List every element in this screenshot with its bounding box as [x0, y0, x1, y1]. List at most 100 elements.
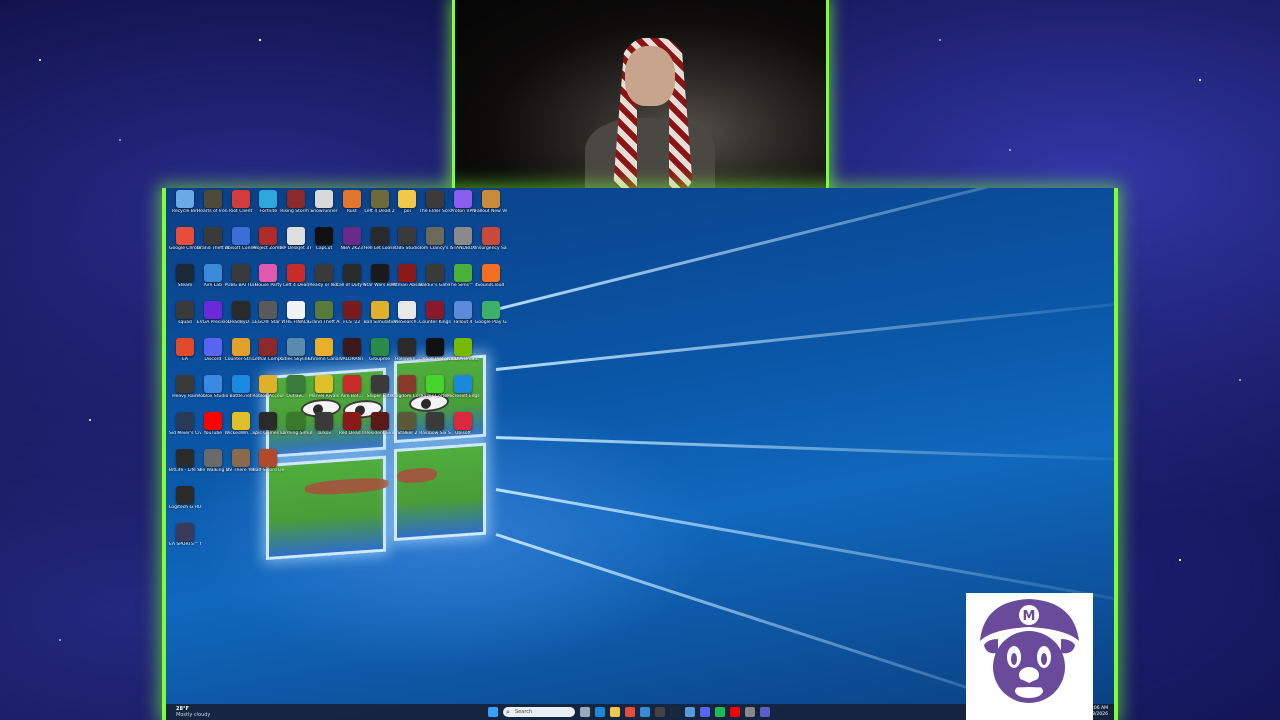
desktop-icon[interactable]: Logitech G HUB: [169, 486, 201, 520]
desktop-icon[interactable]: Ready or Not: [309, 264, 339, 298]
desktop-icon[interactable]: Project Zomboid: [252, 227, 284, 261]
desktop-icon[interactable]: Fortnite: [255, 190, 281, 224]
desktop-icon[interactable]: Epic Games Launcher: [252, 412, 284, 446]
desktop-icon[interactable]: Tom Clancy's Rainbow Si...: [419, 227, 451, 261]
desktop-icon[interactable]: Fallout New Vegas: [475, 190, 507, 224]
desktop-icon[interactable]: Resident Evil: [365, 412, 394, 446]
youtube-icon[interactable]: [730, 707, 740, 717]
desktop-icon[interactable]: WeSearch...: [394, 301, 421, 335]
desktop-icon[interactable]: pol: [394, 190, 420, 224]
desktop-icon[interactable]: Ubisoft: [450, 412, 476, 446]
desktop-icon[interactable]: RV There Yet: [226, 449, 255, 483]
desktop-icon[interactable]: CapCut: [311, 227, 337, 261]
desktop-icon[interactable]: WickedWh... VR4k - 14...: [225, 412, 257, 446]
desktop-icon[interactable]: THE FINALS: [283, 301, 309, 335]
desktop-icon[interactable]: Debell Protocol: [419, 338, 451, 372]
desktop-icon[interactable]: Cities Skylines: [280, 338, 312, 372]
steam-icon[interactable]: [670, 707, 680, 717]
desktop-icon[interactable]: Outlaw...: [283, 375, 309, 409]
desktop-icon[interactable]: Steam: [172, 264, 198, 298]
desktop-icon[interactable]: SoundCloud: [477, 264, 504, 298]
desktop-icon[interactable]: Farming Simulator: [280, 412, 312, 446]
desktop-icon[interactable]: Kingdom Come Deliver...: [391, 375, 423, 409]
desktop-icon[interactable]: Lethal Company: [252, 338, 284, 372]
spotify-icon[interactable]: [715, 707, 725, 717]
desktop-icon[interactable]: STANDBOX: [450, 227, 476, 261]
desktop-icon[interactable]: NVIDIA Broadcast: [447, 338, 479, 372]
desktop-icon[interactable]: squad: [172, 301, 198, 335]
desktop-icon[interactable]: Fallout 4: [450, 301, 476, 335]
desktop-icon[interactable]: Heavy Rain: [172, 375, 198, 409]
desktop-icon[interactable]: VALORANT: [339, 338, 365, 372]
desktop-icon[interactable]: Counter Kings III: [419, 301, 451, 335]
desktop-icon[interactable]: Ubisoft Connect: [225, 227, 257, 261]
desktop-icon[interactable]: Call of Duty® M...: [336, 264, 368, 298]
notepad-icon[interactable]: [685, 707, 695, 717]
desktop-icon[interactable]: NBA 2K23: [339, 227, 365, 261]
desktop-icon[interactable]: Tarkov: [311, 412, 337, 446]
desktop-icon[interactable]: Marvel Rivals: [309, 375, 339, 409]
desktop-icon[interactable]: Hitman Absolution: [391, 264, 423, 298]
desktop-icon[interactable]: Counter-Stri... Global Offe...: [225, 338, 257, 372]
desktop-icon[interactable]: The Elder Scrolls ...: [419, 190, 451, 224]
edge-icon[interactable]: [595, 707, 605, 717]
desktop-icon[interactable]: Left 4 Dead: [283, 264, 309, 298]
desktop-icon[interactable]: Aim Bot...: [339, 375, 365, 409]
desktop-icon[interactable]: The Sims™ 4: [448, 264, 478, 298]
desktop-icon[interactable]: Roblox Account: [252, 375, 284, 409]
chrome-icon[interactable]: [625, 707, 635, 717]
task-view-icon[interactable]: [580, 707, 590, 717]
desktop-icon[interactable]: Google Play Games: [475, 301, 507, 335]
desktop-icon[interactable]: Red Dead II: [339, 412, 365, 446]
desktop-icon[interactable]: Aim Lab: [200, 264, 226, 298]
desktop-icon[interactable]: Rust: [339, 190, 365, 224]
desktop-icon[interactable]: HP DeskJet 3700 series: [280, 227, 312, 261]
desktop-icon[interactable]: Snowrunner: [310, 190, 338, 224]
desktop-icon[interactable]: Insurgency Sandstorm: [475, 227, 507, 261]
obs-icon[interactable]: [655, 707, 665, 717]
desktop-icon[interactable]: LEGO® Star Wars™ Th...: [252, 301, 284, 335]
desktop-icon[interactable]: Discord: [200, 338, 226, 372]
desktop-icon[interactable]: EA: [172, 338, 198, 372]
desktop-icon[interactable]: YouTube: [200, 412, 226, 446]
desktop-icon[interactable]: Riot Client: [228, 190, 254, 224]
desktop-icon[interactable]: Rainbow Six Siege: [419, 412, 451, 446]
desktop-icon[interactable]: Hearts of Iron IV: [197, 190, 229, 224]
desktop-icon[interactable]: Rising Storm 2 Vietnam: [280, 190, 312, 224]
desktop-icon[interactable]: Sid Meier's Civilization VI: [169, 412, 201, 446]
weather-widget[interactable]: 28°F Mostly cloudy: [176, 706, 210, 718]
desktop-icon[interactable]: Groupme: [367, 338, 393, 372]
file-explorer-icon[interactable]: [610, 707, 620, 717]
desktop-icon[interactable]: PUBG BATTLEGR...: [225, 264, 257, 298]
desktop-icon[interactable]: House Party: [255, 264, 282, 298]
desktop-icon[interactable]: Roblox Studio: [197, 375, 228, 409]
desktop-icon[interactable]: Microsoft Edge: [447, 375, 479, 409]
desktop-icon[interactable]: FCS '22: [339, 301, 365, 335]
desktop-icon[interactable]: Half Sword Demo: [252, 449, 284, 483]
desktop-icon[interactable]: BitLife - Life Simulator: [169, 449, 201, 483]
teams-icon[interactable]: [760, 707, 770, 717]
desktop-icon[interactable]: EVGA Precision X1: [197, 301, 229, 335]
windows-start-icon[interactable]: [488, 707, 498, 717]
desktop-icon[interactable]: Grand Theft Auto V: [308, 301, 340, 335]
desktop-icon[interactable]: Google Chrome: [169, 227, 201, 261]
desktop-icon[interactable]: Grand Theft Auto IV T...: [197, 227, 229, 261]
desktop-icon[interactable]: Hollowkn...: [394, 338, 420, 372]
desktop-icon[interactable]: Left 4 Dead 2: [364, 190, 395, 224]
desktop-icon[interactable]: The Walking Dead The ...: [197, 449, 229, 483]
taskbar-search-input[interactable]: Search: [503, 707, 575, 717]
store-icon[interactable]: [640, 707, 650, 717]
desktop-icon[interactable]: Star Wars Battlefront...: [364, 264, 396, 298]
desktop-icon[interactable]: Baldur's Gate 3: [419, 264, 451, 298]
desktop-icon[interactable]: EA SPORTS™ Madden N...: [169, 523, 201, 557]
desktop-icon[interactable]: Stalker 2: [394, 412, 420, 446]
desktop-icon[interactable]: Battle.net: [228, 375, 254, 409]
desktop-icon[interactable]: Sniper Elite: [367, 375, 393, 409]
desktop-icon[interactable]: DeadByD...: [228, 301, 254, 335]
desktop-icon[interactable]: Razer Cortex: [421, 375, 450, 409]
desktop-icon[interactable]: Ball Simulation...: [364, 301, 396, 335]
discord-icon[interactable]: [700, 707, 710, 717]
desktop-icon[interactable]: Proton VPN: [450, 190, 476, 224]
desktop-icon[interactable]: Hell Let Loose: [364, 227, 395, 261]
desktop-icon[interactable]: OBS Studio: [394, 227, 420, 261]
